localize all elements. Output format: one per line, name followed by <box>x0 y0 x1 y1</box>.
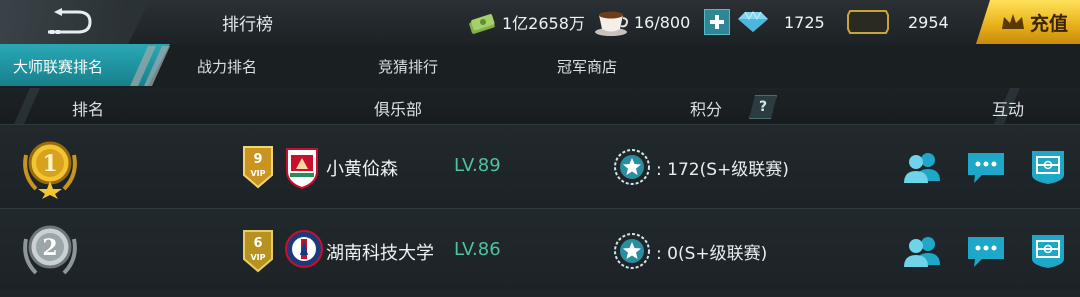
club-name[interactable]: 小黄佡森 <box>326 155 398 181</box>
honor-counter: 2954 <box>846 0 949 44</box>
gold-rank-badge-icon: 1 <box>23 141 77 199</box>
crown-icon <box>1001 14 1024 29</box>
diamond-icon <box>738 11 768 32</box>
back-arrow-icon <box>48 8 92 34</box>
money-icon <box>469 14 495 34</box>
points-value: : 172(S+级联赛) <box>656 160 789 180</box>
column-rank: 排名 <box>72 100 105 119</box>
back-button[interactable] <box>0 0 150 44</box>
vip-tag: VIP <box>250 169 265 178</box>
recharge-button[interactable]: 充值 <box>976 0 1080 44</box>
points-star-icon <box>614 149 650 185</box>
coins-value: 1亿2658万 <box>502 14 585 33</box>
tab-stripes-decoration <box>130 46 170 86</box>
table-row: 1 9 VIP 小黄佡森 LV.89 : 172(S+级联赛) <box>0 124 1080 209</box>
rank-number: 2 <box>42 235 57 261</box>
coffee-cup-icon <box>595 11 628 36</box>
points-value: : 0(S+级联赛) <box>656 244 768 264</box>
help-icon: ? <box>758 99 768 115</box>
vip-badge-icon: 6 VIP <box>243 230 273 273</box>
add-friend-button[interactable] <box>902 233 942 269</box>
diamonds-value: 1725 <box>784 12 825 32</box>
tab-guess-ranking[interactable]: 竞猜排行 <box>378 56 438 77</box>
club-level: LV.89 <box>454 155 501 176</box>
vip-level: 6 <box>253 236 262 251</box>
chat-button[interactable] <box>966 233 1006 269</box>
club-crest-icon <box>285 230 323 268</box>
club-name[interactable]: 湖南科技大学 <box>326 239 434 265</box>
add-stamina-button[interactable] <box>704 9 730 35</box>
silver-rank-badge-icon: 2 <box>23 225 77 275</box>
rank-number: 1 <box>42 151 57 177</box>
header-stripe-left <box>14 88 40 124</box>
bottom-strip <box>0 290 1080 297</box>
honor-badge-icon <box>847 10 889 34</box>
diamonds-counter: 1725 <box>736 0 825 44</box>
vip-level: 9 <box>253 152 262 167</box>
column-points: 积分 <box>690 100 723 119</box>
stamina-counter: 16/800 <box>594 0 690 44</box>
vip-tag: VIP <box>250 253 265 262</box>
tab-champion-shop[interactable]: 冠军商店 <box>557 56 617 77</box>
view-lineup-button[interactable] <box>1028 149 1068 185</box>
honor-value: 2954 <box>908 12 949 32</box>
page-title: 排行榜 <box>222 15 273 35</box>
chat-button[interactable] <box>966 149 1006 185</box>
recharge-label: 充值 <box>1029 12 1068 35</box>
column-header <box>0 88 1080 124</box>
coins-counter: 1亿2658万 <box>468 0 585 44</box>
column-club: 俱乐部 <box>374 100 423 119</box>
tab-power-ranking[interactable]: 战力排名 <box>197 56 257 77</box>
club-crest-icon <box>286 148 318 189</box>
add-friend-button[interactable] <box>902 149 942 185</box>
club-level: LV.86 <box>454 239 501 260</box>
plus-icon <box>710 15 724 29</box>
tab-label-master-league: 大师联赛排名 <box>13 58 104 76</box>
view-lineup-button[interactable] <box>1028 233 1068 269</box>
points-star-icon <box>614 233 650 269</box>
vip-badge-icon: 9 VIP <box>243 146 273 189</box>
column-interact: 互动 <box>992 100 1025 119</box>
stamina-value: 16/800 <box>634 12 691 32</box>
table-row: 2 6 VIP 湖南科技大学 LV.86 : 0(S+级联赛) <box>0 208 1080 293</box>
